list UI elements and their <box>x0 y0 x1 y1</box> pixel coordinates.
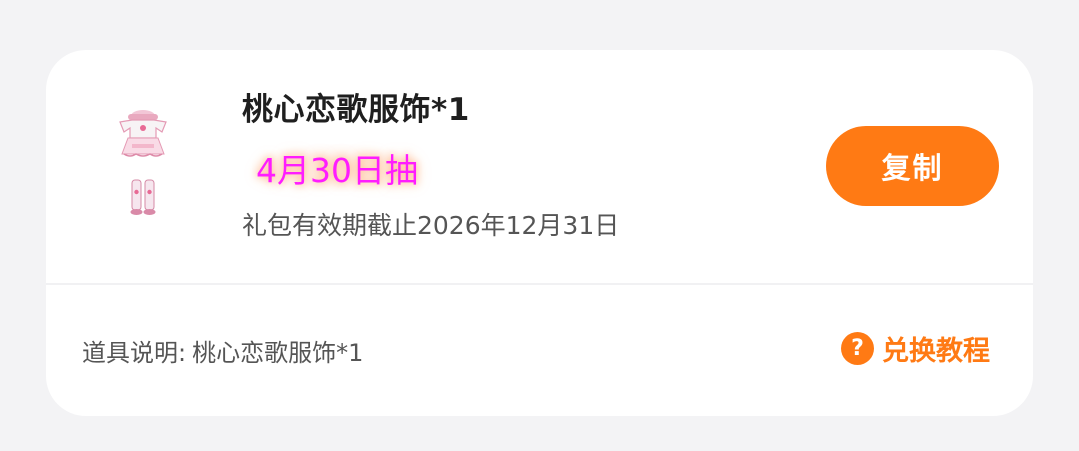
gift-card: 桃心恋歌服饰*1 4月30日抽 礼包有效期截止2026年12月31日 复制 道具… <box>46 50 1033 416</box>
redeem-tutorial-label: 兑换教程 <box>882 336 990 367</box>
outfit-thumbnail-icon <box>110 108 176 228</box>
draw-date-label: 4月30日抽 <box>252 144 422 192</box>
question-circle-icon: ? <box>841 332 874 365</box>
gift-card-header: 桃心恋歌服饰*1 4月30日抽 礼包有效期截止2026年12月31日 复制 <box>46 50 1033 284</box>
gift-card-footer: 道具说明: 桃心恋歌服饰*1 ? 兑换教程 <box>46 285 1033 416</box>
expiry-text: 礼包有效期截止2026年12月31日 <box>242 211 620 240</box>
item-description: 道具说明: 桃心恋歌服饰*1 <box>82 333 363 368</box>
item-description-value: 桃心恋歌服饰*1 <box>192 339 364 367</box>
item-description-label: 道具说明: <box>82 339 187 367</box>
redeem-tutorial-link[interactable]: ? 兑换教程 <box>841 329 990 368</box>
gift-title: 桃心恋歌服饰*1 <box>242 92 470 128</box>
copy-button[interactable]: 复制 <box>826 126 999 206</box>
